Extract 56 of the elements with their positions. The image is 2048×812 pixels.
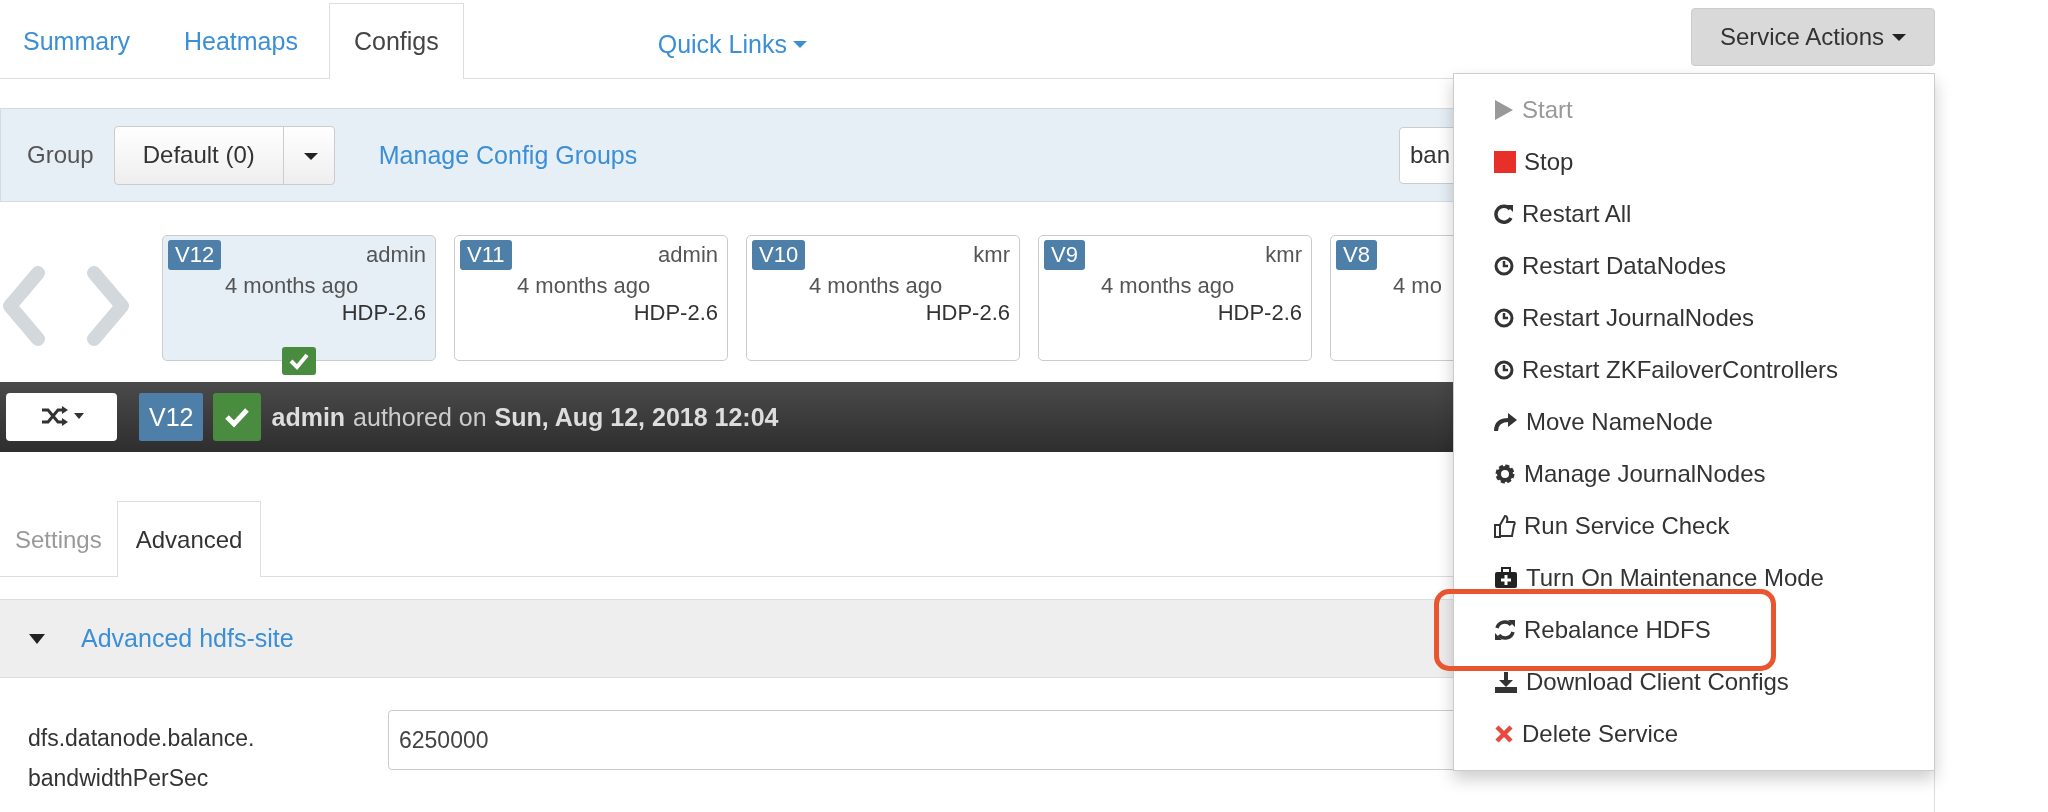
settings-tab[interactable]: Advanced [116, 501, 262, 577]
clock-icon [1494, 308, 1514, 328]
version-time: 4 months ago [808, 273, 944, 299]
stack-version: HDP-2.6 [632, 300, 718, 326]
version-date: Sun, Aug 12, 2018 12:04 [494, 402, 779, 432]
version-author: admin [271, 402, 346, 432]
service-actions-button[interactable]: Service Actions [1690, 8, 1935, 66]
version-time: 4 months ago [224, 273, 360, 299]
authored-on-text: authored on [353, 402, 487, 432]
menu-item[interactable]: Run Service Check [1454, 500, 1730, 552]
shuffle-icon [39, 404, 84, 427]
play-icon [1494, 99, 1514, 121]
version-author: kmr [973, 242, 1010, 268]
caret-down-icon[interactable] [29, 633, 45, 644]
sync-icon [1494, 619, 1516, 641]
version-time: 4 mo [1392, 273, 1443, 299]
version-badge: V12 [139, 393, 204, 441]
version-author: admin [658, 242, 718, 268]
version-time: 4 months ago [516, 273, 652, 299]
stack-version: HDP-2.6 [924, 300, 1010, 326]
thumbs-up-icon [1494, 514, 1516, 538]
version-card[interactable]: V10 kmr 4 months ago HDP-2.6 [746, 235, 1020, 361]
version-time: 4 months ago [1100, 273, 1236, 299]
download-icon [1494, 671, 1518, 693]
stack-version: HDP-2.6 [1216, 300, 1302, 326]
version-card[interactable]: V11 admin 4 months ago HDP-2.6 [454, 235, 728, 361]
version-badge: V11 [460, 240, 512, 270]
stack-version: HDP-2.6 [340, 300, 426, 326]
medkit-icon [1494, 567, 1518, 589]
version-card[interactable]: V12 admin 4 months ago HDP-2.6 [162, 235, 436, 361]
clock-icon [1494, 256, 1514, 276]
version-badge: V10 [752, 240, 806, 270]
menu-item[interactable]: Restart All [1454, 188, 1632, 240]
compare-dropdown-button[interactable] [6, 393, 117, 441]
version-author: kmr [1265, 242, 1302, 268]
version-badge: V12 [168, 240, 222, 270]
delete-icon [1494, 724, 1514, 744]
clock-icon [1494, 360, 1514, 380]
menu-item[interactable]: Restart DataNodes [1454, 240, 1727, 292]
menu-item[interactable]: Restart JournalNodes [1454, 292, 1755, 344]
stop-icon [1494, 151, 1516, 173]
version-author: admin [366, 242, 426, 268]
refresh-icon [1494, 203, 1514, 225]
version-badge: V8 [1336, 240, 1377, 270]
menu-item[interactable]: Manage JournalNodes [1454, 448, 1766, 500]
property-name: dfs.datanode.balance. bandwidthPerSec [28, 724, 256, 793]
nav-tab[interactable]: Configs [328, 3, 464, 79]
version-card[interactable]: V9 kmr 4 months ago HDP-2.6 [1038, 235, 1312, 361]
menu-item[interactable]: Restart ZKFailoverControllers [1454, 344, 1839, 396]
section-title: Advanced hdfs-site [81, 624, 294, 653]
version-badge: V9 [1044, 240, 1085, 270]
menu-item[interactable]: Move NameNode [1454, 396, 1713, 448]
group-label: Group [27, 141, 94, 169]
menu-item[interactable]: Stop [1454, 136, 1574, 188]
gear-icon [1494, 463, 1516, 485]
curved-arrow-icon [1494, 412, 1518, 432]
